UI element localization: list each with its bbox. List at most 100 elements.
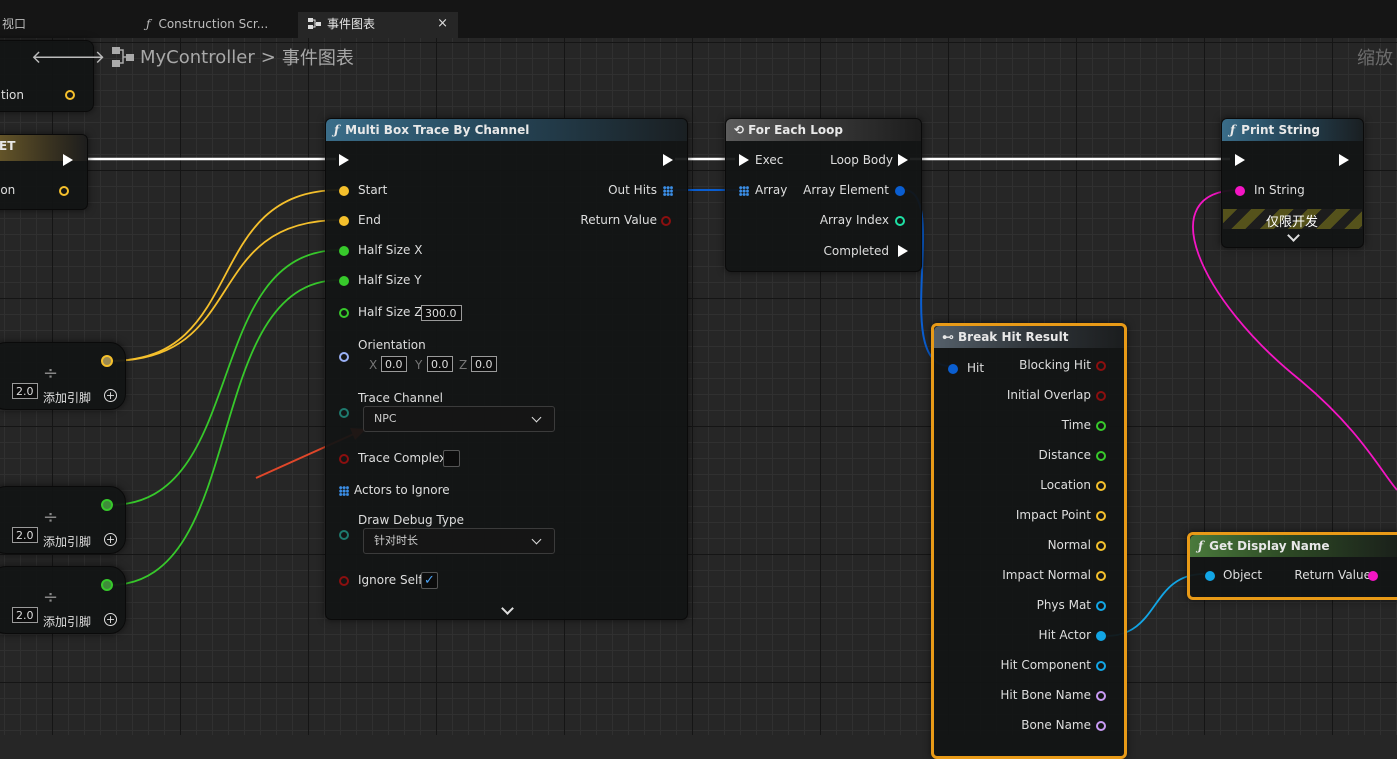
out-hits-pin-icon[interactable]	[663, 186, 673, 196]
add-pin-icon[interactable]: +	[104, 533, 117, 546]
start-pin-icon[interactable]	[339, 186, 349, 196]
end-pin-icon[interactable]	[339, 216, 349, 226]
function-icon: ƒ	[1230, 123, 1236, 137]
breadcrumb-root[interactable]: MyController	[140, 47, 255, 68]
for-each-loop-node[interactable]: ⟲ For Each Loop Exec Loop Body Array Arra…	[725, 118, 922, 272]
orientation-z-input[interactable]: 0.0	[471, 356, 497, 372]
return-value-pin-icon[interactable]	[661, 216, 671, 226]
out-hits-label: Out Hits	[608, 183, 657, 197]
half-size-z-pin-icon[interactable]	[339, 308, 349, 318]
in-string-pin-icon[interactable]	[1235, 186, 1245, 196]
draw-debug-pin-icon[interactable]	[339, 530, 349, 540]
break-output-pin-icon[interactable]	[1096, 361, 1106, 371]
divide-node-3[interactable]: ÷ 2.0 添加引脚 +	[0, 566, 126, 634]
exec-in-pin-icon[interactable]	[1235, 154, 1245, 166]
orientation-y-input[interactable]: 0.0	[427, 356, 453, 372]
add-pin-icon[interactable]: +	[104, 613, 117, 626]
half-size-y-pin-icon[interactable]	[339, 276, 349, 286]
add-pin-label[interactable]: 添加引脚	[43, 389, 91, 406]
add-pin-label[interactable]: 添加引脚	[43, 613, 91, 630]
tab-viewport[interactable]: 视口	[0, 12, 112, 38]
expand-chevron-icon[interactable]	[1287, 229, 1300, 242]
zoom-label: 缩放	[1357, 48, 1393, 69]
break-output-label: Location	[1040, 478, 1091, 492]
exec-out-pin-icon[interactable]	[663, 154, 673, 166]
half-size-z-label: Half Size Z	[358, 305, 423, 319]
tab-construction-script[interactable]: ƒ Construction Scr...	[136, 12, 296, 38]
add-pin-label[interactable]: 添加引脚	[43, 533, 91, 550]
half-size-z-input[interactable]: 300.0	[421, 305, 462, 321]
breadcrumb: MyController > 事件图表	[112, 44, 354, 70]
node-title: Break Hit Result	[958, 330, 1069, 344]
break-output-pin-icon[interactable]	[1096, 391, 1106, 401]
array-pin-icon[interactable]	[339, 486, 349, 496]
trace-channel-pin-icon[interactable]	[339, 408, 349, 418]
orientation-x-input[interactable]: 0.0	[381, 356, 407, 372]
exec-label: Exec	[755, 153, 784, 167]
divide-node-2[interactable]: ÷ 2.0 添加引脚 +	[0, 486, 126, 554]
break-output-pin-icon[interactable]	[1096, 571, 1106, 581]
ignore-self-checkbox[interactable]: ✓	[421, 572, 438, 589]
break-output-pin-icon[interactable]	[1096, 541, 1106, 551]
break-output-label: Normal	[1047, 538, 1091, 552]
return-value-pin-icon[interactable]	[1368, 571, 1378, 581]
exec-out-pin-icon[interactable]	[63, 154, 73, 166]
object-pin-icon[interactable]	[1205, 571, 1215, 581]
trace-complex-pin-icon[interactable]	[339, 454, 349, 464]
y-label: Y	[415, 358, 423, 372]
end-label: End	[358, 213, 381, 227]
break-output-label: Distance	[1038, 448, 1091, 462]
exec-out-pin-icon[interactable]	[1339, 154, 1349, 166]
array-element-pin-icon[interactable]	[895, 186, 905, 196]
break-output-pin-icon[interactable]	[1096, 721, 1106, 731]
get-display-name-node[interactable]: ƒ Get Display Name Object Return Value	[1187, 532, 1397, 600]
array-in-pin-icon[interactable]	[739, 186, 749, 196]
event-node-fragment[interactable]: ET ion	[0, 134, 88, 210]
expand-chevron-icon[interactable]	[501, 602, 514, 615]
close-tab-icon[interactable]: ×	[437, 12, 448, 36]
exec-in-pin-icon[interactable]	[739, 154, 749, 166]
array-index-pin-icon[interactable]	[895, 216, 905, 226]
break-output-pin-icon[interactable]	[1096, 601, 1106, 611]
exec-in-pin-icon[interactable]	[339, 154, 349, 166]
break-struct-icon: ⊷	[942, 330, 954, 344]
loop-body-label: Loop Body	[830, 153, 893, 167]
completed-pin-icon[interactable]	[898, 245, 908, 257]
float-output-pin-icon[interactable]	[101, 499, 113, 511]
tab-label: 视口	[2, 17, 27, 31]
float-output-pin-icon[interactable]	[101, 579, 113, 591]
tab-bar: 视口 ƒ Construction Scr... 事件图表 ×	[0, 0, 1397, 38]
break-output-pin-icon[interactable]	[1096, 631, 1106, 641]
forward-arrow-icon[interactable]: 🡒	[57, 47, 105, 68]
in-string-label: In String	[1254, 183, 1305, 197]
vector-output-pin-icon[interactable]	[101, 355, 113, 367]
draw-debug-type-dropdown[interactable]: 针对时长	[363, 528, 555, 554]
break-output-pin-icon[interactable]	[1096, 421, 1106, 431]
print-string-node[interactable]: ƒ Print String In String 仅限开发	[1221, 118, 1364, 248]
divisor-input[interactable]: 2.0	[12, 383, 38, 399]
multi-box-trace-node[interactable]: ƒ Multi Box Trace By Channel Start End Ha…	[325, 118, 688, 620]
divide-node-1[interactable]: ÷ 2.0 添加引脚 +	[0, 342, 126, 410]
graph-canvas[interactable]	[0, 38, 1397, 735]
break-output-pin-icon[interactable]	[1096, 481, 1106, 491]
divisor-input[interactable]: 2.0	[12, 607, 38, 623]
ignore-self-pin-icon[interactable]	[339, 576, 349, 586]
start-label: Start	[358, 183, 388, 197]
break-output-pin-icon[interactable]	[1096, 691, 1106, 701]
hit-pin-icon[interactable]	[948, 364, 958, 374]
event-graph-icon	[112, 47, 134, 67]
half-size-x-pin-icon[interactable]	[339, 246, 349, 256]
divisor-input[interactable]: 2.0	[12, 527, 38, 543]
function-icon: ƒ	[334, 123, 340, 137]
trace-complex-checkbox[interactable]	[443, 450, 460, 467]
tab-event-graph[interactable]: 事件图表 ×	[298, 12, 458, 38]
loop-body-pin-icon[interactable]	[898, 154, 908, 166]
vector-pin-icon[interactable]	[59, 186, 69, 196]
orientation-pin-icon[interactable]	[339, 352, 349, 362]
break-output-pin-icon[interactable]	[1096, 661, 1106, 671]
break-output-pin-icon[interactable]	[1096, 511, 1106, 521]
trace-channel-dropdown[interactable]: NPC	[363, 406, 555, 432]
break-output-pin-icon[interactable]	[1096, 451, 1106, 461]
vector-pin-icon[interactable]	[65, 90, 75, 100]
add-pin-icon[interactable]: +	[104, 389, 117, 402]
